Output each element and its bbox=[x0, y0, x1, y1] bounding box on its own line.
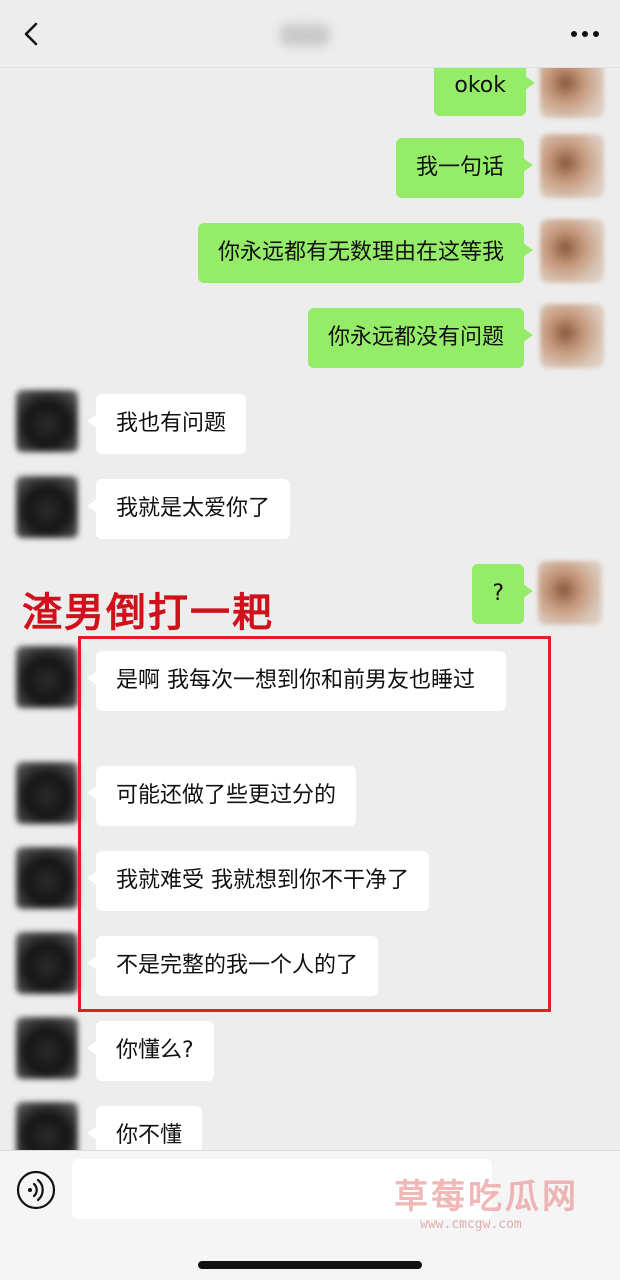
message-bubble-other[interactable]: 我也有问题 bbox=[86, 394, 247, 454]
avatar-other[interactable] bbox=[16, 1102, 78, 1150]
nav-bar bbox=[0, 0, 620, 68]
avatar-other[interactable] bbox=[16, 646, 78, 708]
message-bubble-self[interactable]: 我一句话 bbox=[395, 138, 534, 198]
input-bar: 草莓吃瓜网 www.cmcgw.com bbox=[0, 1150, 620, 1280]
avatar-other[interactable] bbox=[16, 390, 78, 452]
avatar-other[interactable] bbox=[16, 762, 78, 824]
more-dots-icon[interactable] bbox=[570, 30, 600, 38]
message-bubble-other[interactable]: 你懂么? bbox=[87, 1021, 214, 1081]
watermark-text: 草莓吃瓜网 bbox=[394, 1177, 579, 1217]
avatar-other[interactable] bbox=[16, 932, 78, 994]
avatar-other[interactable] bbox=[16, 1017, 78, 1079]
message-bubble-other[interactable]: 你不懂 bbox=[86, 1106, 203, 1150]
annotation-caption: 渣男倒打一耙 bbox=[22, 590, 274, 636]
message-bubble-self[interactable]: 你永远都没有问题 bbox=[307, 308, 534, 368]
avatar-other[interactable] bbox=[16, 476, 78, 538]
avatar-self[interactable] bbox=[540, 68, 604, 118]
highlight-box bbox=[78, 636, 551, 1012]
home-indicator[interactable] bbox=[198, 1261, 422, 1269]
voice-icon[interactable] bbox=[16, 1170, 56, 1210]
contact-name-blurred bbox=[280, 24, 330, 46]
avatar-self[interactable] bbox=[540, 134, 604, 198]
message-bubble-other[interactable]: 我就是太爱你了 bbox=[86, 479, 291, 539]
avatar-self[interactable] bbox=[540, 304, 604, 368]
message-bubble-self[interactable]: 你永远都有无数理由在这等我 bbox=[197, 223, 534, 283]
avatar-other[interactable] bbox=[16, 847, 78, 909]
chevron-left-icon[interactable] bbox=[20, 22, 44, 46]
message-bubble-self[interactable]: okok bbox=[434, 68, 535, 116]
watermark-url: www.cmcgw.com bbox=[420, 1217, 522, 1232]
chat-area[interactable]: okok 我一句话 你永远都有无数理由在这等我 你永远都没有问题 我也有问题 我… bbox=[0, 68, 620, 1150]
avatar-self[interactable] bbox=[540, 219, 604, 283]
message-bubble-self[interactable]: ? bbox=[472, 564, 533, 624]
avatar-self[interactable] bbox=[538, 561, 602, 625]
